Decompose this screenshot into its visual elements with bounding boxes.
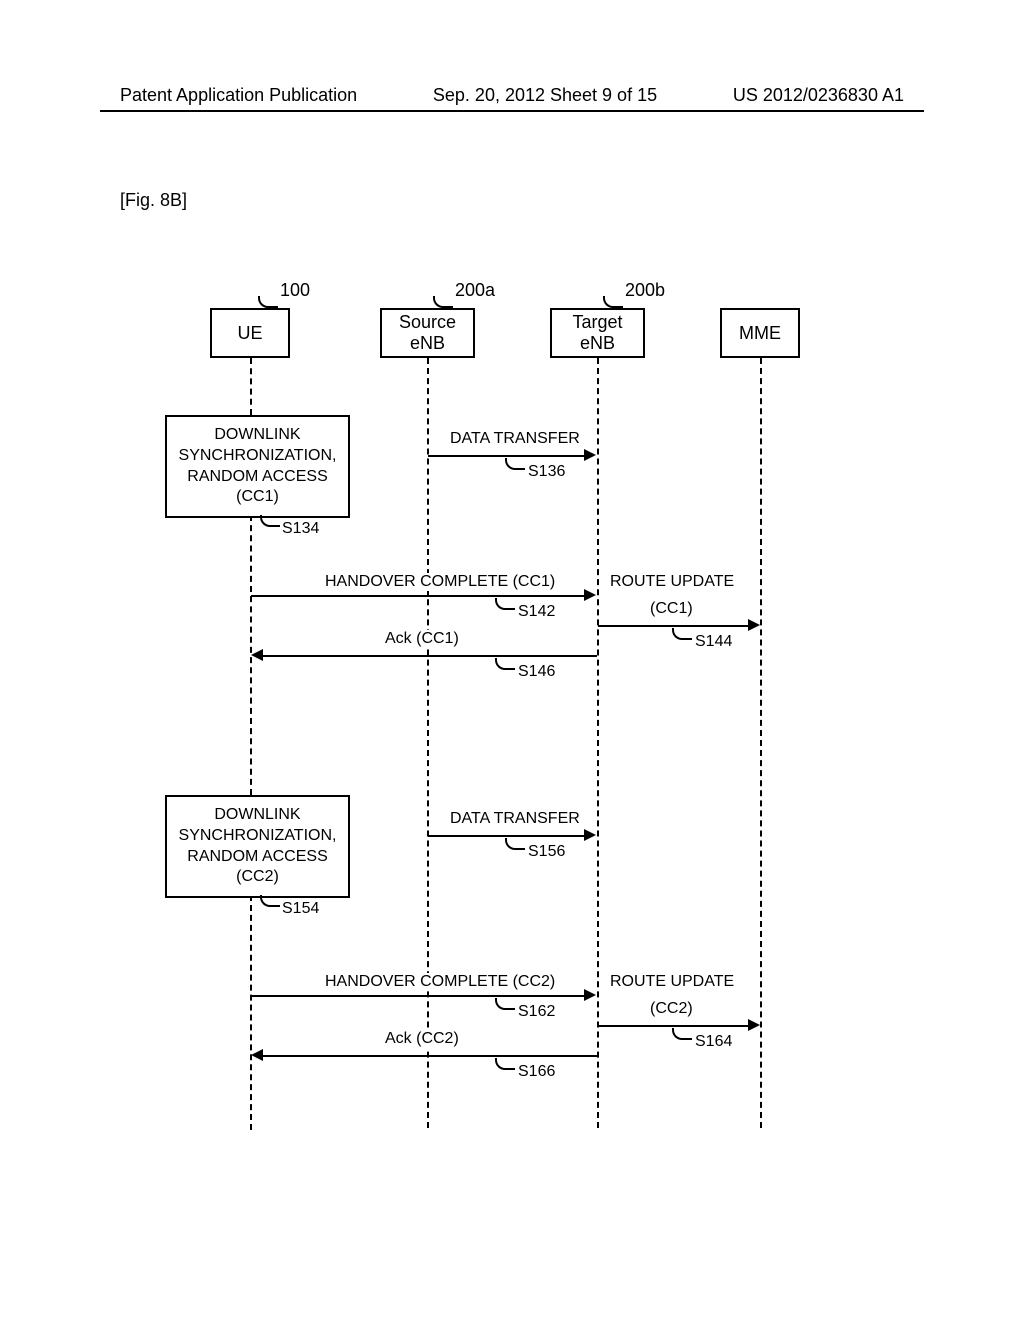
ref-curve	[258, 296, 278, 308]
header-rule	[100, 110, 924, 112]
mme-label: MME	[739, 323, 781, 344]
sync1-line3: RANDOM ACCESS	[187, 467, 327, 488]
sync1-line1: DOWNLINK	[214, 425, 300, 446]
source-enb-box: Source eNB	[380, 308, 475, 358]
route-update-cc2-label1: ROUTE UPDATE	[610, 973, 734, 991]
ref-curve	[260, 895, 280, 907]
hc1-ref: S142	[518, 603, 555, 621]
arrow-head	[584, 989, 596, 1001]
arrow-head	[584, 829, 596, 841]
route-update-cc1-label1: ROUTE UPDATE	[610, 573, 734, 591]
hc2-ref: S162	[518, 1003, 555, 1021]
ref-curve	[603, 296, 623, 308]
ue-lifeline	[250, 358, 252, 415]
source-ref: 200a	[455, 280, 495, 301]
arrow-head	[251, 1049, 263, 1061]
data-transfer-2-arrow	[428, 835, 586, 837]
dt2-ref: S156	[528, 843, 565, 861]
ue-label: UE	[237, 323, 262, 344]
target-ref: 200b	[625, 280, 665, 301]
source-label1: Source	[399, 312, 456, 333]
arrow-head	[584, 589, 596, 601]
handover-complete-cc1-label: HANDOVER COMPLETE (CC1)	[325, 573, 555, 591]
sequence-diagram: 100 200a 200b UE Source eNB Target eNB M…	[150, 280, 910, 1180]
source-label2: eNB	[410, 333, 445, 354]
arrow-head	[748, 1019, 760, 1031]
ack-cc1-arrow	[262, 655, 597, 657]
arrow-head	[251, 649, 263, 661]
ref-curve	[495, 1058, 515, 1070]
header-left: Patent Application Publication	[120, 85, 357, 106]
mme-lifeline	[760, 358, 762, 1128]
ue-box: UE	[210, 308, 290, 358]
route-update-cc1-arrow	[598, 625, 750, 627]
header-mid: Sep. 20, 2012 Sheet 9 of 15	[433, 85, 657, 106]
ref-curve	[260, 515, 280, 527]
sync2-line2: SYNCHRONIZATION,	[179, 826, 337, 847]
page-header: Patent Application Publication Sep. 20, …	[0, 85, 1024, 106]
handover-complete-cc1-arrow	[251, 595, 586, 597]
handover-complete-cc2-arrow	[251, 995, 586, 997]
source-lifeline	[427, 358, 429, 1128]
ref-curve	[495, 598, 515, 610]
ru1-ref: S144	[695, 633, 732, 651]
ref-curve	[505, 838, 525, 850]
sync2-line3: RANDOM ACCESS	[187, 847, 327, 868]
route-update-cc2-label2: (CC2)	[650, 1000, 693, 1018]
target-label1: Target	[572, 312, 622, 333]
ref-curve	[495, 998, 515, 1010]
ref-curve	[495, 658, 515, 670]
arrow-head	[748, 619, 760, 631]
sync1-line2: SYNCHRONIZATION,	[179, 446, 337, 467]
target-label2: eNB	[580, 333, 615, 354]
ref-curve	[433, 296, 453, 308]
target-enb-box: Target eNB	[550, 308, 645, 358]
data-transfer-1-arrow	[428, 455, 586, 457]
ref-curve	[672, 628, 692, 640]
sync2-ref: S154	[282, 900, 319, 918]
header-right: US 2012/0236830 A1	[733, 85, 904, 106]
figure-label: [Fig. 8B]	[120, 190, 187, 211]
sync-box-cc2: DOWNLINK SYNCHRONIZATION, RANDOM ACCESS …	[165, 795, 350, 898]
arrow-head	[584, 449, 596, 461]
route-update-cc1-label2: (CC1)	[650, 600, 693, 618]
sync2-line4: (CC2)	[236, 867, 279, 888]
handover-complete-cc2-label: HANDOVER COMPLETE (CC2)	[325, 973, 555, 991]
ack1-ref: S146	[518, 663, 555, 681]
ref-curve	[672, 1028, 692, 1040]
target-lifeline	[597, 358, 599, 1128]
ack2-ref: S166	[518, 1063, 555, 1081]
sync2-line1: DOWNLINK	[214, 805, 300, 826]
ref-curve	[505, 458, 525, 470]
ue-ref: 100	[280, 280, 310, 301]
ue-lifeline	[250, 895, 252, 1130]
ack-cc1-label: Ack (CC1)	[385, 630, 459, 648]
ack-cc2-label: Ack (CC2)	[385, 1030, 459, 1048]
ru2-ref: S164	[695, 1033, 732, 1051]
ack-cc2-arrow	[262, 1055, 597, 1057]
data-transfer-2-label: DATA TRANSFER	[450, 810, 580, 828]
sync-box-cc1: DOWNLINK SYNCHRONIZATION, RANDOM ACCESS …	[165, 415, 350, 518]
data-transfer-1-label: DATA TRANSFER	[450, 430, 580, 448]
mme-box: MME	[720, 308, 800, 358]
dt1-ref: S136	[528, 463, 565, 481]
route-update-cc2-arrow	[598, 1025, 750, 1027]
sync1-ref: S134	[282, 520, 319, 538]
sync1-line4: (CC1)	[236, 487, 279, 508]
